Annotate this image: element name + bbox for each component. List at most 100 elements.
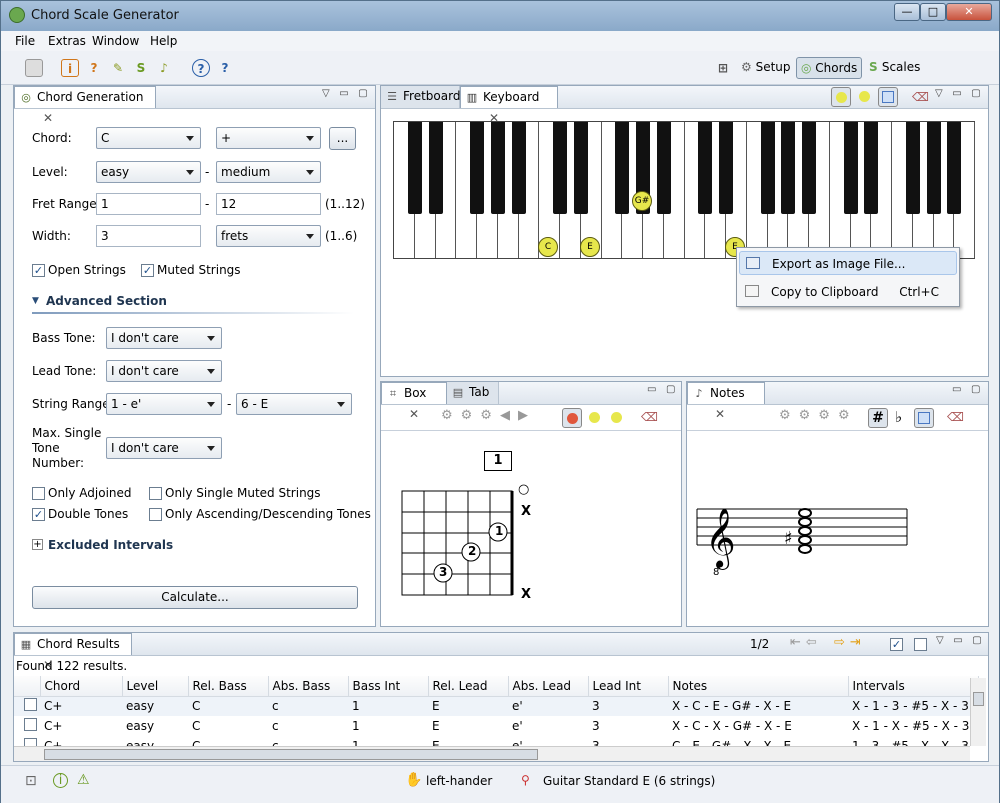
help-contents-icon[interactable]: ? (216, 59, 234, 77)
black-key[interactable] (656, 122, 671, 214)
box-toolbar[interactable]: ⚙⚙⚙◀▶ (441, 408, 536, 423)
new-view-icon[interactable]: ⊡ (25, 773, 37, 789)
tab-tab[interactable]: ▤ Tab (447, 382, 499, 404)
page-nav-icons[interactable]: ⇤⇦ (790, 635, 822, 650)
panel-view-controls[interactable]: ▭ ▢ (952, 384, 980, 395)
menu-file[interactable]: File (15, 34, 35, 48)
chord-root-select[interactable]: C (96, 127, 201, 149)
only-single-muted-checkbox[interactable] (149, 487, 162, 500)
string-from-select[interactable]: 1 - e' (106, 393, 222, 415)
table-row[interactable]: C+ easy Cc 1 Ee' 3 X - C - E - G# - X - E X - 1… (14, 696, 978, 716)
eraser-icon[interactable]: ⌫ (947, 410, 964, 424)
column-header[interactable]: Rel. Bass (188, 676, 269, 697)
select-all-icon[interactable]: ✓ (890, 638, 903, 651)
only-asc-desc-checkbox[interactable] (149, 508, 162, 521)
highlight-root-toggle[interactable] (562, 408, 582, 428)
scale-icon[interactable]: S (132, 59, 150, 77)
save-icon[interactable] (25, 59, 43, 77)
column-header[interactable]: Chord (40, 676, 123, 697)
fret-from-input[interactable]: 1 (96, 193, 201, 215)
maximize-button[interactable]: □ (920, 3, 946, 21)
black-key[interactable] (864, 122, 879, 214)
black-key[interactable] (615, 122, 630, 214)
black-key[interactable] (698, 122, 713, 214)
perspective-setup[interactable]: ⚙ Setup (737, 57, 795, 79)
width-unit-select[interactable]: frets (216, 225, 321, 247)
black-key[interactable] (781, 122, 796, 214)
string-to-select[interactable]: 6 - E (236, 393, 352, 415)
menu-window[interactable]: Window (92, 34, 139, 48)
menu-extras[interactable]: Extras (48, 34, 86, 48)
black-key[interactable] (926, 122, 941, 214)
notes-toolbar[interactable]: ⚙⚙⚙⚙ (779, 408, 858, 423)
column-header[interactable]: Lead Int (588, 676, 669, 697)
black-key[interactable] (490, 122, 505, 214)
row-checkbox[interactable] (24, 698, 37, 712)
muted-strings-checkbox[interactable]: ✓ (141, 264, 154, 277)
highlight-notes-icon[interactable] (611, 412, 622, 423)
tab-chord-results[interactable]: ▦ Chord Results ✕ (14, 633, 132, 672)
info-icon[interactable]: i (61, 59, 79, 77)
deselect-all-icon[interactable] (914, 638, 927, 651)
open-strings-checkbox[interactable]: ✓ (32, 264, 45, 277)
help-icon[interactable]: ? (192, 59, 210, 77)
info-icon[interactable]: i (53, 773, 68, 788)
black-key[interactable] (760, 122, 775, 214)
column-header[interactable]: Rel. Lead (428, 676, 509, 697)
black-key[interactable] (802, 122, 816, 214)
panel-view-controls[interactable]: ▽ ▭ ▢ (935, 88, 981, 99)
close-icon[interactable]: ✕ (715, 407, 725, 421)
tab-box[interactable]: ⌗ Box ✕ (381, 382, 447, 421)
tab-keyboard[interactable]: ▥ Keyboard ✕ (460, 86, 558, 125)
black-key[interactable] (843, 122, 858, 214)
highlight-notes-icon[interactable] (589, 412, 600, 423)
tab-notes[interactable]: ♪ Notes ✕ (687, 382, 765, 421)
black-key[interactable] (719, 122, 733, 214)
chord-type-select[interactable]: + (216, 127, 321, 149)
black-key[interactable] (947, 122, 962, 214)
sharp-toggle[interactable]: # (868, 408, 888, 428)
table-row[interactable]: C+ easy Cc 1 Ee' 3 X - C - X - G# - X - E X - 1… (14, 716, 978, 736)
excluded-intervals-title[interactable]: Excluded Intervals (48, 538, 173, 552)
speaker-icon[interactable]: ♪ (155, 59, 173, 77)
black-key[interactable] (905, 122, 920, 214)
max-single-select[interactable]: I don't care (106, 437, 222, 459)
calculate-button[interactable]: Calculate... (32, 586, 358, 609)
edit-icon[interactable]: ✎ (109, 59, 127, 77)
black-key[interactable] (573, 122, 588, 214)
copy-clipboard-item[interactable]: Copy to Clipboard Ctrl+C (739, 280, 957, 304)
perspective-chords[interactable]: ◎ Chords (796, 57, 863, 79)
black-key[interactable] (553, 122, 567, 214)
close-icon[interactable]: ✕ (409, 407, 419, 421)
eraser-icon[interactable]: ⌫ (641, 410, 658, 424)
column-header[interactable]: Abs. Bass (268, 676, 349, 697)
column-header[interactable]: Intervals (848, 676, 979, 697)
panel-view-controls[interactable]: ▽ ▭ ▢ (936, 635, 982, 646)
close-button[interactable]: ✕ (946, 3, 992, 21)
black-key[interactable] (511, 122, 526, 214)
column-header[interactable]: Bass Int (348, 676, 429, 697)
frame-toggle[interactable] (914, 408, 934, 428)
warning-icon[interactable]: ⚠ (77, 772, 90, 788)
tab-fretboard[interactable]: ☰ Fretboard (381, 86, 460, 108)
minimize-button[interactable]: — (894, 3, 920, 21)
column-header[interactable]: Notes (668, 676, 849, 697)
close-icon[interactable]: ✕ (43, 111, 53, 125)
column-header[interactable]: Abs. Lead (508, 676, 589, 697)
expand-icon[interactable]: + (32, 539, 43, 550)
results-table[interactable]: Chord Level Rel. Bass Abs. Bass Bass Int Rel.… (14, 676, 979, 756)
chord-info-icon[interactable]: ? (85, 59, 103, 77)
menu-help[interactable]: Help (150, 34, 177, 48)
lead-tone-select[interactable]: I don't care (106, 360, 222, 382)
black-key[interactable] (428, 122, 443, 214)
more-chords-button[interactable]: ... (329, 127, 356, 150)
level-to-select[interactable]: medium (216, 161, 321, 183)
export-image-item[interactable]: Export as Image File... (739, 251, 957, 275)
page-nav-icons[interactable]: ⇨⇥ (834, 635, 866, 650)
highlight-root-toggle[interactable] (831, 87, 851, 107)
highlight-notes-icon[interactable] (859, 91, 870, 102)
panel-view-controls[interactable]: ▽ ▭ ▢ (322, 88, 368, 99)
horizontal-scrollbar[interactable] (14, 746, 970, 761)
perspective-scales[interactable]: S Scales (865, 57, 924, 79)
double-tones-checkbox[interactable]: ✓ (32, 508, 45, 521)
